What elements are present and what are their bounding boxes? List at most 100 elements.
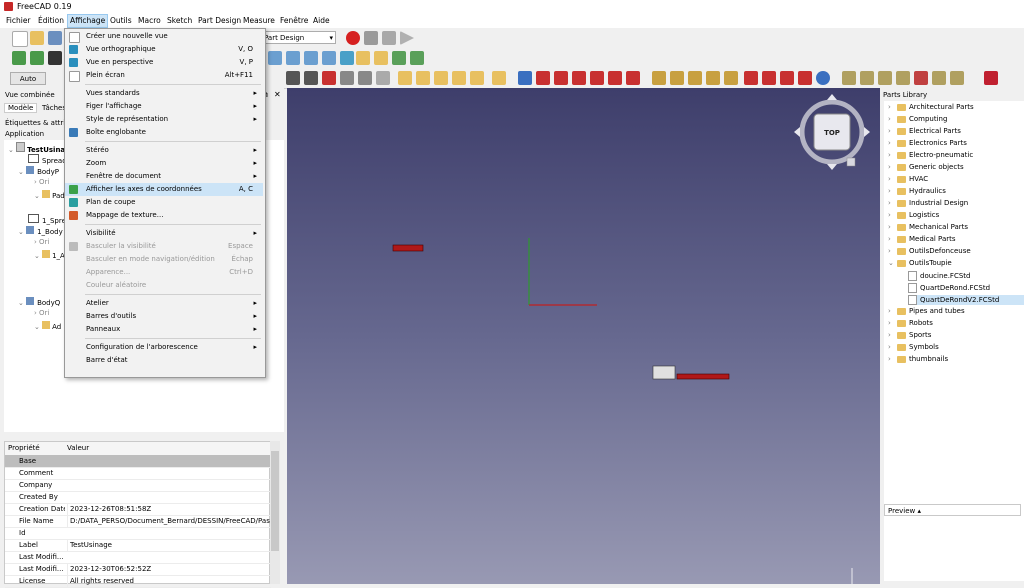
expander-icon[interactable]: › [888, 343, 897, 351]
menu-measure[interactable]: Measure [243, 16, 275, 25]
sketch-tool-icon[interactable] [358, 71, 372, 85]
groove-icon[interactable] [554, 71, 568, 85]
fastener-icon[interactable] [842, 71, 856, 85]
menu-aide[interactable]: Aide [313, 16, 330, 25]
parts-folder-item[interactable]: › Logistics [888, 211, 1024, 219]
tab-modele[interactable]: Modèle [4, 103, 38, 113]
sketch-clone-icon[interactable] [376, 71, 390, 85]
expander-icon[interactable]: › [888, 175, 897, 183]
menu-fichier[interactable]: Fichier [6, 16, 31, 25]
expander-icon[interactable]: › [888, 151, 897, 159]
parts-folder-item[interactable]: › Symbols [888, 343, 1024, 351]
pin-icon[interactable] [950, 71, 964, 85]
parts-folder-item[interactable]: › Electrical Parts [888, 127, 1024, 135]
parts-folder-item[interactable]: › Robots [888, 319, 1024, 327]
washer-icon[interactable] [896, 71, 910, 85]
menu-item[interactable]: Couleur aléatoire [65, 279, 263, 292]
parts-folder-item[interactable]: › Electro-pneumatic [888, 151, 1024, 159]
expander-icon[interactable]: › [888, 223, 897, 231]
parts-file-item[interactable]: doucine.FCStd [908, 271, 1024, 281]
pocket-icon[interactable] [518, 71, 532, 85]
menu-part-design[interactable]: Part Design [198, 16, 241, 25]
subtractive-primitive-icon[interactable] [626, 71, 640, 85]
parts-folder-item[interactable]: › Architectural Parts [888, 103, 1024, 111]
menu-item[interactable]: Boîte englobante [65, 126, 263, 139]
part-icon[interactable] [356, 51, 370, 65]
parts-folder-item[interactable]: › HVAC [888, 175, 1024, 183]
multi-transform-icon[interactable] [706, 71, 720, 85]
run-macro-icon[interactable] [400, 31, 414, 45]
fit-all-icon[interactable] [12, 51, 26, 65]
parts-file-item[interactable]: QuartDeRond.FCStd [908, 283, 1024, 293]
mirrored-icon[interactable] [652, 71, 666, 85]
menu-item[interactable]: Panneaux ▸ [65, 323, 263, 336]
expander-icon[interactable]: › [888, 115, 897, 123]
subtractive-loft-icon[interactable] [572, 71, 586, 85]
tree-item[interactable]: › Ori [34, 238, 49, 246]
expander-icon[interactable]: › [888, 187, 897, 195]
link-icon[interactable] [392, 51, 406, 65]
expander-icon[interactable]: › [888, 163, 897, 171]
tree-item[interactable]: 1_Spre [28, 214, 66, 225]
hole-icon[interactable] [536, 71, 550, 85]
menu-item[interactable]: Créer une nouvelle vue [65, 30, 263, 43]
tree-item[interactable]: › Ori [34, 309, 49, 317]
expander-icon[interactable]: › [888, 319, 897, 327]
tree-item[interactable]: › Ori [34, 178, 49, 186]
parts-folder-item[interactable]: › Electronics Parts [888, 139, 1024, 147]
tree-item[interactable]: ⌄ Pad [34, 190, 65, 200]
expander-icon[interactable]: › [888, 211, 897, 219]
subtractive-helix-icon[interactable] [608, 71, 622, 85]
tree-item[interactable]: ⌄ 1_A [34, 250, 65, 260]
tree-item[interactable]: ⌄ BodyQ [18, 297, 60, 307]
menu-affichage[interactable]: Affichage [67, 14, 109, 28]
expander-icon[interactable]: › [888, 235, 897, 243]
linear-pattern-icon[interactable] [670, 71, 684, 85]
fillet-icon[interactable] [744, 71, 758, 85]
menu-item[interactable]: Barre d'état [65, 354, 263, 367]
menu-item[interactable]: Barres d'outils ▸ [65, 310, 263, 323]
menu-item[interactable]: Style de représentation ▸ [65, 113, 263, 126]
parts-folder-item[interactable]: › Industrial Design [888, 199, 1024, 207]
record-macro-icon[interactable] [346, 31, 360, 45]
parts-folder-item[interactable]: › thumbnails [888, 355, 1024, 363]
screw-icon[interactable] [860, 71, 874, 85]
draft-icon[interactable] [780, 71, 794, 85]
close-panel-icon[interactable]: ✕ [274, 90, 281, 99]
parts-library-icon[interactable] [984, 71, 998, 85]
property-scrollbar[interactable] [270, 441, 280, 584]
tree-item[interactable]: ⌄ 1_Body [18, 226, 63, 236]
open-icon[interactable] [30, 31, 44, 45]
parts-folder-item[interactable]: › Hydraulics [888, 187, 1024, 195]
loft-icon[interactable] [434, 71, 448, 85]
draw-style-icon[interactable] [48, 51, 62, 65]
fit-selection-icon[interactable] [30, 51, 44, 65]
additive-primitive-icon[interactable] [492, 71, 506, 85]
group-icon[interactable] [374, 51, 388, 65]
parts-folder-item[interactable]: › Medical Parts [888, 235, 1024, 243]
expander-icon[interactable]: › [888, 103, 897, 111]
menu-outils[interactable]: Outils [110, 16, 132, 25]
property-row[interactable]: License All rights reserved [5, 575, 271, 588]
menu-item[interactable]: Configuration de l'arborescence ▸ [65, 341, 263, 354]
threaded-rod-icon[interactable] [932, 71, 946, 85]
menu-sketch[interactable]: Sketch [167, 16, 192, 25]
expander-icon[interactable]: › [888, 139, 897, 147]
link-actions-icon[interactable] [410, 51, 424, 65]
workbench-selector[interactable]: Part Design [260, 31, 336, 45]
expander-icon[interactable]: › [888, 331, 897, 339]
parts-folder-item[interactable]: › Generic objects [888, 163, 1024, 171]
3d-viewport[interactable]: TOP [287, 88, 880, 584]
menu-item[interactable]: Figer l'affichage ▸ [65, 100, 263, 113]
tree-item[interactable]: Spread [28, 154, 67, 165]
expander-icon[interactable]: › [888, 355, 897, 363]
expander-icon[interactable]: ⌄ [888, 259, 897, 267]
view-front-icon[interactable] [268, 51, 282, 65]
menu-item[interactable]: Stéréo ▸ [65, 144, 263, 157]
menu-item[interactable]: Visibilité ▸ [65, 227, 263, 240]
menu-item[interactable]: Plein écran Alt+F11 [65, 69, 263, 82]
menu-item[interactable]: Basculer en mode navigation/édition Échap [65, 253, 263, 266]
menu-item[interactable]: Vues standards ▸ [65, 87, 263, 100]
parts-folder-item[interactable]: › Computing [888, 115, 1024, 123]
stop-macro-icon[interactable] [364, 31, 378, 45]
